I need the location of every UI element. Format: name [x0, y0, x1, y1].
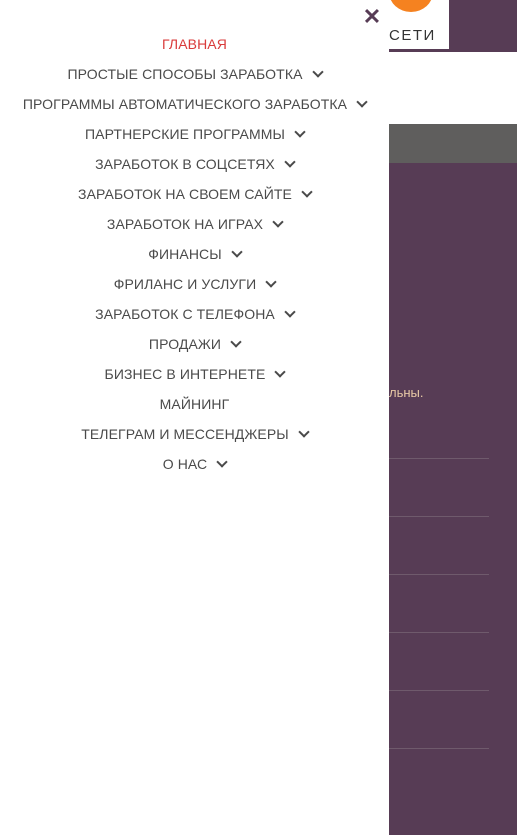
logo-underline [389, 49, 449, 52]
menu-item-label: ПАРТНЕРСКИЕ ПРОГРАММЫ [85, 126, 285, 142]
menu-item-label: ГЛАВНАЯ [162, 36, 227, 52]
menu-item[interactable]: МАЙНИНГ [0, 389, 389, 419]
menu-item-label: ПРОГРАММЫ АВТОМАТИЧЕСКОГО ЗАРАБОТКА [22, 96, 348, 112]
menu-item-label: ЗАРАБОТОК НА СВОЕМ САЙТЕ [78, 186, 292, 202]
list-divider [389, 632, 489, 633]
menu-item[interactable]: ФИНАНСЫ [0, 239, 389, 269]
menu-item[interactable]: ПРОГРАММЫ АВТОМАТИЧЕСКОГО ЗАРАБОТКА [0, 89, 389, 119]
list-divider [389, 516, 489, 517]
content-margin [489, 163, 517, 835]
menu-item[interactable]: ГЛАВНАЯ [0, 29, 389, 59]
menu-item[interactable]: ЗАРАБОТОК НА ИГРАХ [0, 209, 389, 239]
menu-item[interactable]: ЗАРАБОТОК В СОЦСЕТЯХ [0, 149, 389, 179]
menu-item-label: ПРОДАЖИ [148, 336, 222, 352]
menu-item[interactable]: ЗАРАБОТОК НА СВОЕМ САЙТЕ [0, 179, 389, 209]
list-divider [389, 690, 489, 691]
header-accent-box [449, 0, 517, 52]
menu-item-label: ПРОСТЫЕ СПОСОБЫ ЗАРАБОТКА [67, 66, 303, 82]
menu-item[interactable]: ТЕЛЕГРАМ И МЕССЕНДЖЕРЫ [0, 419, 389, 449]
chevron-down-icon[interactable] [272, 215, 284, 228]
menu-item[interactable]: ПАРТНЕРСКИЕ ПРОГРАММЫ [0, 119, 389, 149]
list-divider [389, 574, 489, 575]
menu-item[interactable]: ПРОСТЫЕ СПОСОБЫ ЗАРАБОТКА [0, 59, 389, 89]
close-icon[interactable]: ✕ [361, 6, 383, 28]
chevron-down-icon[interactable] [301, 185, 313, 198]
chevron-down-icon[interactable] [284, 155, 296, 168]
list-divider [389, 748, 489, 749]
chevron-down-icon[interactable] [230, 335, 242, 348]
menu-item-label: ФРИЛАНС И УСЛУГИ [113, 276, 257, 292]
menu-item-label: ФИНАНСЫ [148, 246, 222, 262]
menu-item[interactable]: ФРИЛАНС И УСЛУГИ [0, 269, 389, 299]
menu-item-label: ЗАРАБОТОК В СОЦСЕТЯХ [95, 156, 275, 172]
menu-item-label: ЗАРАБОТОК С ТЕЛЕФОНА [95, 306, 275, 322]
menu-item[interactable]: БИЗНЕС В ИНТЕРНЕТЕ [0, 359, 389, 389]
chevron-down-icon[interactable] [311, 65, 324, 78]
chevron-down-icon[interactable] [284, 305, 296, 318]
menu-item-label: ЗАРАБОТОК НА ИГРАХ [106, 216, 264, 232]
logo-text[interactable]: СЕТИ [389, 27, 449, 44]
content-snippet: льны. [389, 385, 424, 400]
chevron-down-icon[interactable] [216, 455, 228, 468]
chevron-down-icon[interactable] [356, 95, 368, 108]
chevron-down-icon[interactable] [274, 365, 287, 378]
menu-item-label: БИЗНЕС В ИНТЕРНЕТЕ [104, 366, 266, 382]
chevron-down-icon[interactable] [294, 125, 306, 138]
menu-item-label: О НАС [162, 456, 208, 472]
chevron-down-icon[interactable] [298, 425, 310, 438]
mobile-menu-drawer: ✕ ГЛАВНАЯ ПРОСТЫЕ СПОСОБЫ ЗАРАБОТКА ПРОГРА… [0, 0, 389, 835]
chevron-down-icon[interactable] [231, 245, 243, 258]
chevron-down-icon[interactable] [265, 275, 277, 288]
menu-item-label: ТЕЛЕГРАМ И МЕССЕНДЖЕРЫ [81, 426, 289, 442]
menu-item-label: МАЙНИНГ [159, 396, 230, 412]
menu-item[interactable]: ЗАРАБОТОК С ТЕЛЕФОНА [0, 299, 389, 329]
menu-item[interactable]: ПРОДАЖИ [0, 329, 389, 359]
list-divider [389, 458, 489, 459]
main-menu: ГЛАВНАЯ ПРОСТЫЕ СПОСОБЫ ЗАРАБОТКА ПРОГРАММ… [0, 29, 389, 479]
menu-item[interactable]: О НАС [0, 449, 389, 479]
